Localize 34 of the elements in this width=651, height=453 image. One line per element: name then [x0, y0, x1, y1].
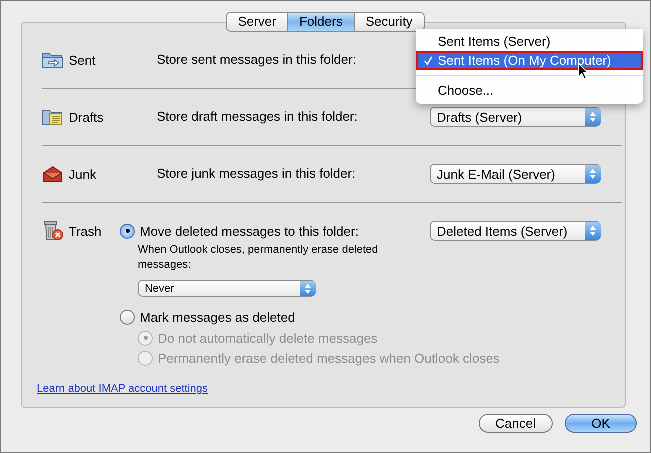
radio-label: Permanently erase deleted messages when Outlook closes	[158, 350, 500, 366]
stepper-icon	[585, 108, 601, 126]
dialog-button[interactable]: Cancel	[478, 414, 553, 433]
folder-prompt: Store sent messages in this folder:	[157, 51, 356, 69]
folder-prompt: Store draft messages in this folder:	[157, 108, 358, 126]
tab[interactable]: Server	[226, 12, 288, 32]
folder-label: Trash	[69, 224, 102, 238]
radio-label: Do not automatically delete messages	[158, 330, 378, 346]
folder-label: Junk	[69, 166, 96, 182]
stepper-icon	[585, 222, 601, 240]
envelope-icon	[42, 164, 64, 184]
folder-label: Drafts	[69, 110, 104, 124]
popup-button[interactable]: Never	[138, 280, 316, 297]
popup-button[interactable]: Deleted Items (Server)	[430, 221, 601, 241]
menu-item[interactable]: Sent Items (On My Computer)	[416, 51, 643, 70]
trash-icon	[42, 221, 64, 241]
stepper-icon	[300, 281, 316, 296]
popup-button[interactable]: Drafts (Server)	[430, 107, 601, 127]
radio-label: Mark messages as deleted	[140, 310, 296, 324]
folder-label: Sent	[69, 52, 96, 68]
dialog-button[interactable]: OK	[565, 414, 637, 433]
radio-button[interactable]	[120, 310, 135, 324]
menu-item[interactable]: Sent Items (Server)	[416, 32, 643, 51]
folder-prompt: Store junk messages in this folder:	[157, 165, 356, 183]
help-link[interactable]: Learn about IMAP account settings	[37, 383, 208, 395]
tab[interactable]: Security	[354, 12, 425, 32]
popup-button[interactable]: Junk E-Mail (Server)	[430, 164, 601, 184]
radio-label: Move deleted messages to this folder:	[140, 224, 359, 238]
tab[interactable]: Folders	[288, 12, 355, 32]
radio-button[interactable]	[120, 224, 135, 238]
menu-item[interactable]: Choose...	[416, 81, 643, 100]
option-note: When Outlook closes, permanently erase deleted messages:	[138, 243, 380, 273]
check-icon	[424, 56, 433, 66]
stepper-icon	[585, 165, 601, 183]
